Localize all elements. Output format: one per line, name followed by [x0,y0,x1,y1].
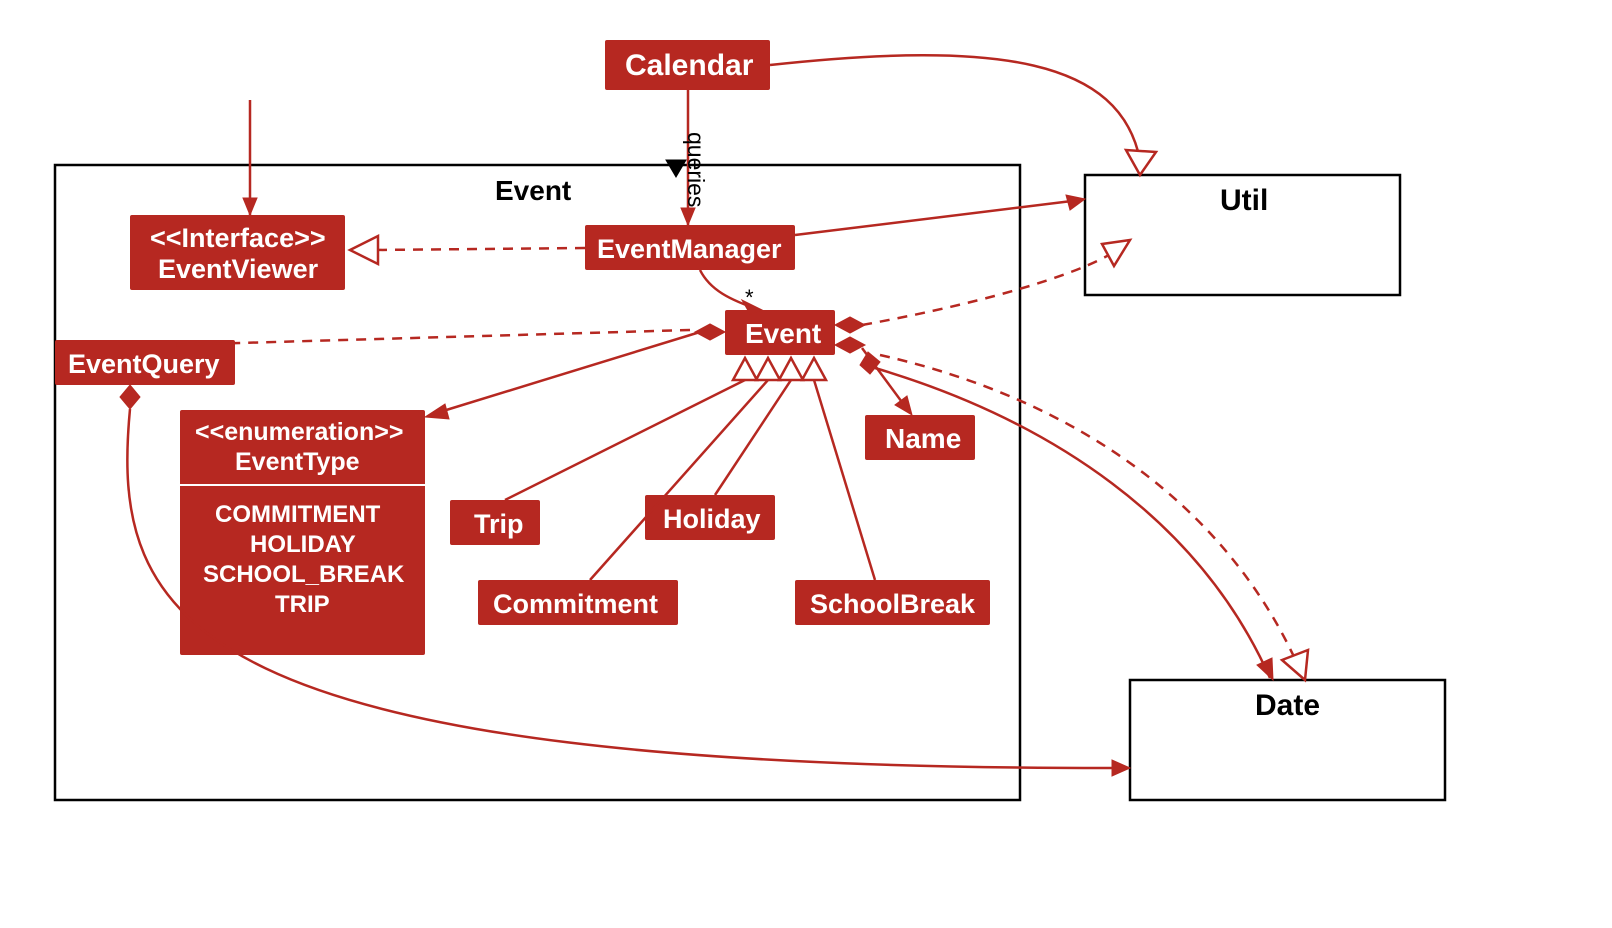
trip-label: Trip [474,509,524,539]
eventtype-val-2: SCHOOL_BREAK [203,561,405,588]
eventtype-name: EventType [235,448,360,476]
edge-queries-label: queries [683,132,709,207]
edge-event-eventtype-arrow [425,404,449,419]
edge-eventmanager-util [795,200,1080,235]
schoolbreak-label: SchoolBreak [810,589,976,619]
eventtype-stereotype: <<enumeration>> [195,418,403,446]
generalization-heads [733,358,826,380]
eventviewer-name: EventViewer [158,254,319,284]
eventtype-val-3: TRIP [275,591,330,618]
edge-eventquery-date-arrow [1112,760,1130,776]
eventviewer-stereotype: <<Interface>> [150,223,326,253]
edge-event-name-arrow [895,396,912,415]
eventquery-label: EventQuery [68,349,220,379]
edge-event-date-arrow [1257,658,1273,680]
holiday-label: Holiday [663,504,761,534]
name-label: Name [885,423,961,454]
date-label: Date [1255,689,1320,722]
event-diamond-right-top [835,317,865,333]
edge-eventmanager-util-arrow [1066,195,1085,210]
edge-calendar-util [770,55,1140,160]
commitment-label: Commitment [493,589,658,619]
edge-event-eventtype [430,332,700,415]
eventtype-val-1: HOLIDAY [250,531,356,558]
event-diamond-bottom [860,352,880,374]
calendar-label: Calendar [625,49,754,82]
edge-event-date-dashed-head [1282,650,1308,680]
package-title: Event [495,175,571,206]
event-label: Event [745,318,821,349]
eventtype-val-0: COMMITMENT [215,501,381,528]
edge-eventmanager-eventviewer [375,248,585,250]
edge-event-date [875,368,1270,678]
edge-commitment-event [590,380,768,580]
eventtype-node: <<enumeration>> EventType COMMITMENT HOL… [180,410,425,655]
edge-event-util [862,248,1120,325]
edge-calendar-util-head [1126,150,1156,175]
edge-calendar-eventmanager-arrow [681,208,695,225]
edge-trip-event [505,380,745,500]
edge-calendar-eventviewer-arrow [243,198,257,215]
edge-eventmanager-eventviewer-head [350,236,378,264]
edge-eventquery-dashed [170,330,690,345]
event-diamond-right-bottom [835,337,865,353]
edge-schoolbreak-event [814,380,875,580]
eventquery-diamond [120,385,140,409]
util-label: Util [1220,184,1268,217]
eventmanager-label: EventManager [597,234,782,264]
uml-diagram: Event Util Date Calendar <<Interface>> E… [0,0,1612,928]
edge-multiplicity-event: * [745,285,754,310]
queries-direction-triangle [666,160,686,177]
